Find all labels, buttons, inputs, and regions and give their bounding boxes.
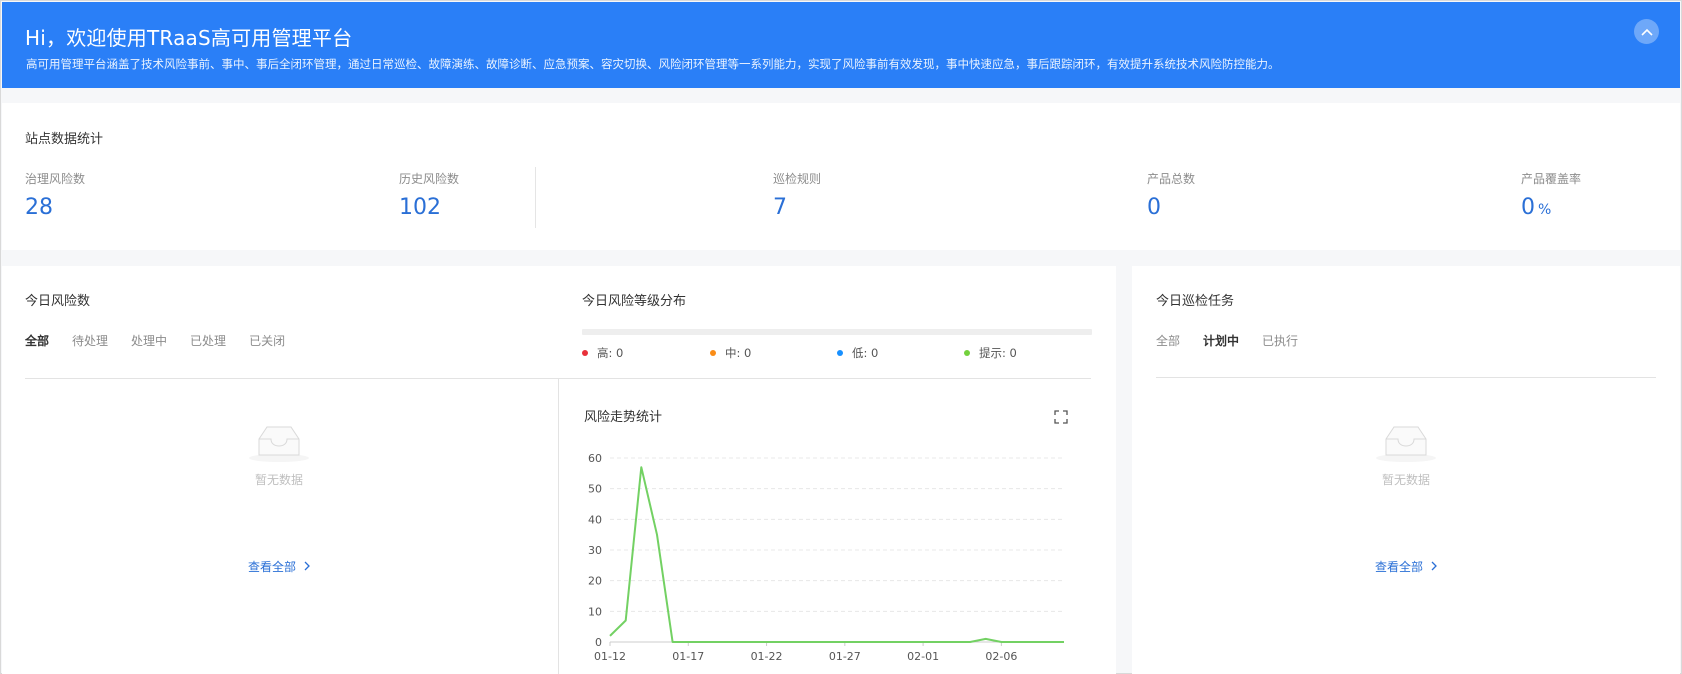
tab-inspection-all[interactable]: 全部	[1156, 332, 1180, 349]
low-dot-icon	[837, 350, 843, 356]
tab-risk-all[interactable]: 全部	[25, 332, 49, 349]
site-stats-panel: 站点数据统计 治理风险数 28 历史风险数 102 巡检规则 7 产品总数 0 …	[2, 103, 1680, 250]
risk-view-all-link[interactable]: 查看全部	[248, 558, 311, 575]
risk-trend-chart: 0 10 20 30 40 50 60 01-12 01-17 01-22 01-27 02-01 02…	[588, 452, 1064, 663]
banner-title: Hi，欢迎使用TRaaS高可用管理平台	[25, 26, 353, 50]
chevron-right-icon	[1431, 561, 1437, 571]
banner-description: 高可用管理平台涵盖了技术风险事前、事中、事后全闭环管理，通过日常巡检、故障演练、…	[26, 57, 1280, 71]
high-dot-icon	[582, 350, 588, 356]
stat-label-governance-risk: 治理风险数	[25, 172, 86, 186]
risk-empty-text: 暂无数据	[254, 473, 303, 487]
chart-x-tick-label: 02-01	[907, 650, 939, 663]
chart-y-tick-label: 20	[588, 575, 602, 588]
stat-value-inspection-rules: 7	[773, 195, 787, 220]
chart-x-tick-label: 01-12	[594, 650, 626, 663]
fullscreen-icon[interactable]	[1054, 410, 1068, 424]
inspection-title: 今日巡检任务	[1156, 294, 1235, 309]
inspection-view-all-link[interactable]: 查看全部	[1375, 558, 1438, 575]
today-risk-title: 今日风险数	[25, 294, 91, 309]
welcome-banner: Hi，欢迎使用TRaaS高可用管理平台 高可用管理平台涵盖了技术风险事前、事中、…	[2, 2, 1680, 88]
risk-level-title: 今日风险等级分布	[582, 294, 687, 309]
stats-divider	[535, 167, 536, 228]
chart-series-line	[609, 466, 1064, 643]
empty-inbox-icon	[1376, 426, 1436, 462]
trend-title: 风险走势统计	[584, 410, 663, 425]
stat-value-governance-risk: 28	[25, 195, 53, 220]
risk-column-divider	[558, 378, 559, 674]
stats-title: 站点数据统计	[25, 132, 104, 147]
chart-x-tick-label: 02-06	[985, 650, 1017, 663]
chart-y-tick-label: 40	[588, 513, 602, 526]
legend-low: 低: 0	[837, 345, 878, 361]
inspection-tabs: 全部 计划中 已执行	[1156, 332, 1321, 349]
tab-risk-pending[interactable]: 待处理	[72, 332, 108, 349]
legend-medium: 中: 0	[710, 345, 751, 361]
today-risk-tabs: 全部 待处理 处理中 已处理 已关闭	[25, 332, 308, 349]
hint-dot-icon	[964, 350, 970, 356]
risk-view-all-label: 查看全部	[248, 560, 297, 574]
chart-x-tick-label: 01-17	[672, 650, 704, 663]
chart-y-tick-label: 10	[588, 605, 602, 618]
tab-inspection-planned[interactable]: 计划中	[1203, 332, 1239, 349]
stat-label-history-risk: 历史风险数	[399, 172, 460, 186]
legend-low-label: 低: 0	[852, 346, 879, 360]
chevron-right-icon	[304, 561, 310, 571]
stat-value-product-coverage: 0%	[1521, 195, 1552, 220]
empty-inbox-icon	[249, 426, 309, 462]
tab-risk-processed[interactable]: 已处理	[190, 332, 226, 349]
medium-dot-icon	[710, 350, 716, 356]
legend-medium-label: 中: 0	[725, 346, 752, 360]
inspection-empty-state: 暂无数据	[1346, 425, 1466, 488]
collapse-banner-button[interactable]	[1634, 19, 1659, 44]
risk-empty-state: 暂无数据	[219, 425, 339, 488]
inspection-empty-text: 暂无数据	[1381, 473, 1430, 487]
chart-y-tick-label: 30	[588, 544, 602, 557]
tab-inspection-executed[interactable]: 已执行	[1262, 332, 1298, 349]
chart-x-tick-label: 01-22	[751, 650, 783, 663]
legend-hint-label: 提示: 0	[979, 346, 1017, 360]
inspection-divider	[1156, 377, 1656, 378]
chart-y-tick-label: 60	[588, 452, 602, 465]
chart-y-tick-label: 0	[595, 636, 602, 649]
stat-label-inspection-rules: 巡检规则	[773, 172, 822, 186]
stat-label-product-total: 产品总数	[1147, 172, 1196, 186]
risk-level-bar	[582, 329, 1092, 335]
legend-high: 高: 0	[582, 345, 623, 361]
legend-hint: 提示: 0	[964, 345, 1017, 361]
chart-y-tick-label: 50	[588, 483, 602, 496]
inspection-view-all-label: 查看全部	[1375, 560, 1424, 574]
stat-value-history-risk: 102	[399, 195, 441, 220]
stat-unit-percent: %	[1538, 202, 1552, 218]
legend-high-label: 高: 0	[597, 346, 624, 360]
tab-risk-processing[interactable]: 处理中	[131, 332, 167, 349]
chevron-up-icon	[1640, 28, 1653, 36]
stat-value-product-total: 0	[1147, 195, 1161, 220]
stat-label-product-coverage: 产品覆盖率	[1521, 172, 1582, 186]
chart-x-tick-label: 01-27	[829, 650, 861, 663]
tab-risk-closed[interactable]: 已关闭	[249, 332, 285, 349]
